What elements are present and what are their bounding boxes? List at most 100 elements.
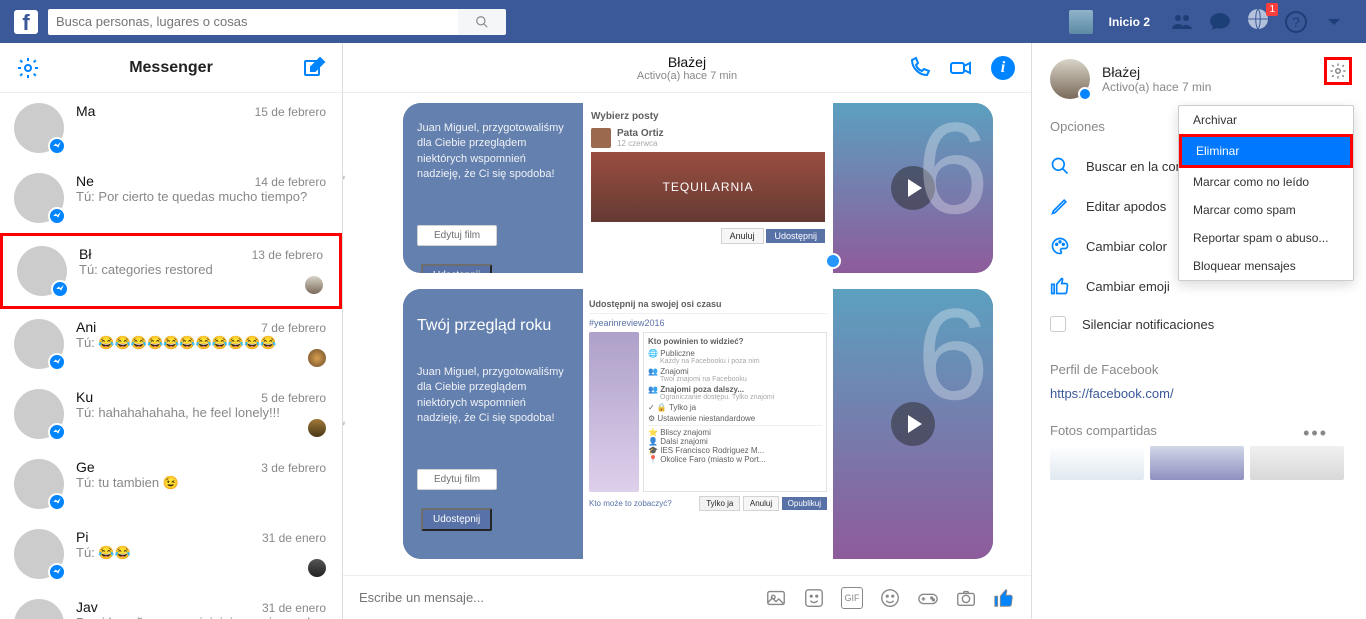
photo-thumb[interactable] (1250, 446, 1344, 480)
share-button[interactable]: Udostępnij (421, 264, 492, 273)
sidebar-header: Messenger (0, 43, 342, 93)
conversation-item[interactable]: GeTú: tu tambien 😉 3 de febrero (0, 449, 342, 519)
home-link[interactable]: Inicio 2 (1099, 15, 1160, 29)
conv-date: 3 de febrero (261, 461, 326, 475)
like-icon[interactable] (993, 587, 1015, 609)
conversation-item-selected[interactable]: BłTú: categories restored 13 de febrero (0, 233, 342, 309)
facebook-logo[interactable]: f (14, 10, 38, 34)
ctx-spam[interactable]: Marcar como spam (1179, 196, 1353, 224)
sticker-icon[interactable] (803, 587, 825, 609)
details-panel: Błażej Activo(a) hace 7 min Opciones Bus… (1031, 43, 1366, 619)
shared-post[interactable]: Juan Miguel, przygotowaliśmy dla Ciebie … (403, 103, 993, 273)
conv-date: 7 de febrero (261, 321, 326, 335)
avatar[interactable] (1050, 59, 1090, 99)
opt-label: Cambiar color (1086, 239, 1167, 254)
post-text: Juan Miguel, przygotowaliśmy dla Ciebie … (417, 365, 569, 427)
conversation-item[interactable]: NeTú: Por cierto te quedas mucho tiempo?… (0, 163, 342, 233)
dropdown-icon[interactable] (1322, 10, 1346, 34)
conversation-item[interactable]: JavPo si los años pesan jajajaja gracias… (0, 589, 342, 619)
conv-date: 31 de enero (262, 601, 326, 615)
video-icon[interactable] (949, 56, 973, 80)
photo-icon[interactable] (765, 587, 787, 609)
games-icon[interactable] (917, 587, 939, 609)
ctx-unread[interactable]: Marcar como no leído (1179, 168, 1353, 196)
tequilarnia: TEQUILARNIA (591, 152, 825, 222)
more-icon[interactable]: ••• (1303, 423, 1328, 444)
q: Kto powinien to widzieć? (648, 337, 822, 346)
emoji-icon[interactable] (879, 587, 901, 609)
topbar-right: Inicio 2 1 ? (1069, 7, 1350, 36)
anuluj-button[interactable]: Anuluj (721, 228, 764, 244)
opt-label: Silenciar notificaciones (1082, 317, 1214, 332)
sidebar-title: Messenger (129, 59, 213, 77)
opt-label: Cambiar emoji (1086, 279, 1170, 294)
udostepnij-button[interactable]: Udostępnij (766, 229, 825, 243)
settings-icon[interactable] (16, 56, 40, 80)
message-attachment: Juan Miguel, przygotowaliśmy dla Ciebie … (363, 103, 1011, 273)
messenger-badge-icon (48, 207, 66, 225)
facebook-profile-link[interactable]: https://facebook.com/ (1050, 386, 1174, 401)
mid-title: Udostępnij na swojej osi czasu (589, 295, 827, 314)
messenger-badge-icon (48, 563, 66, 581)
gear-icon (1329, 62, 1347, 80)
avatar (17, 246, 67, 296)
notifications-wrap[interactable]: 1 (1242, 7, 1274, 36)
shared-post[interactable]: Twój przegląd roku Juan Miguel, przygoto… (403, 289, 993, 559)
ctx-report[interactable]: Reportar spam o abuso... (1179, 224, 1353, 252)
seen-avatar (308, 349, 326, 367)
chat-header: Błażej Activo(a) hace 7 min i (343, 43, 1031, 93)
conv-preview: Tú: 😂😂😂😂😂😂😂😂😂😂😂 (76, 335, 328, 351)
share-icon[interactable] (343, 163, 347, 181)
info-icon[interactable]: i (991, 56, 1015, 80)
ctx-delete[interactable]: Eliminar (1179, 134, 1353, 168)
messenger-badge-icon (48, 137, 66, 155)
edit-button[interactable]: Edytuj film (417, 225, 497, 246)
conversation-item[interactable]: Ma 15 de febrero (0, 93, 342, 163)
gif-icon[interactable]: GIF (841, 587, 863, 609)
message-input[interactable] (359, 590, 749, 605)
ctx-archive[interactable]: Archivar (1179, 106, 1353, 134)
edit-button[interactable]: Edytuj film (417, 469, 497, 490)
post2-title: Twój przegląd roku (417, 317, 569, 335)
search-input[interactable] (48, 9, 458, 35)
avatar (14, 173, 64, 223)
opt-label: Editar apodos (1086, 199, 1166, 214)
compose-icon[interactable] (302, 56, 326, 80)
messages-icon[interactable] (1208, 10, 1232, 34)
conversation-item[interactable]: KuTú: hahahahahaha, he feel lonely!!! 5 … (0, 379, 342, 449)
seen-avatar (305, 276, 323, 294)
pencil-icon (1050, 196, 1070, 216)
chat-pane: Błażej Activo(a) hace 7 min i Juan Migue… (343, 43, 1031, 619)
option-mute[interactable]: Silenciar notificaciones (1050, 306, 1348, 342)
messenger-badge-icon (51, 280, 69, 298)
avatar (14, 389, 64, 439)
contact-status: Activo(a) hace 7 min (1102, 80, 1211, 94)
messenger-badge-icon (825, 253, 841, 269)
ctx-block[interactable]: Bloquear mensajes (1179, 252, 1353, 280)
chat-title: Błażej (637, 54, 737, 70)
perfil-title: Perfil de Facebook (1050, 362, 1348, 377)
call-icon[interactable] (907, 56, 931, 80)
thumb-icon (1050, 276, 1070, 296)
conversation-list: Ma 15 de febrero NeTú: Por cierto te que… (0, 93, 342, 619)
conversation-sidebar: Messenger Ma 15 de febrero NeTú: Por cie… (0, 43, 343, 619)
share-icon[interactable] (343, 409, 347, 427)
seen-avatar (308, 419, 326, 437)
search-button[interactable] (458, 9, 506, 35)
home-label: Inicio (1109, 15, 1140, 29)
conv-preview: Tú: hahahahahaha, he feel lonely!!! (76, 405, 328, 420)
conversation-item[interactable]: PiTú: 😂😂 31 de enero (0, 519, 342, 589)
friend-requests-icon[interactable] (1170, 10, 1194, 34)
checkbox[interactable] (1050, 316, 1066, 332)
photo-thumb[interactable] (1150, 446, 1244, 480)
camera-icon[interactable] (955, 587, 977, 609)
profile-avatar[interactable] (1069, 10, 1093, 34)
share-button[interactable]: Udostępnij (421, 508, 492, 531)
help-icon[interactable]: ? (1284, 10, 1308, 34)
topbar: f Inicio 2 1 ? (0, 0, 1366, 43)
mid-title: Wybierz posty (591, 111, 825, 122)
photo-thumb[interactable] (1050, 446, 1144, 480)
settings-gear-highlighted[interactable] (1324, 57, 1352, 85)
conversation-item[interactable]: AniTú: 😂😂😂😂😂😂😂😂😂😂😂 7 de febrero (0, 309, 342, 379)
avatar (14, 319, 64, 369)
